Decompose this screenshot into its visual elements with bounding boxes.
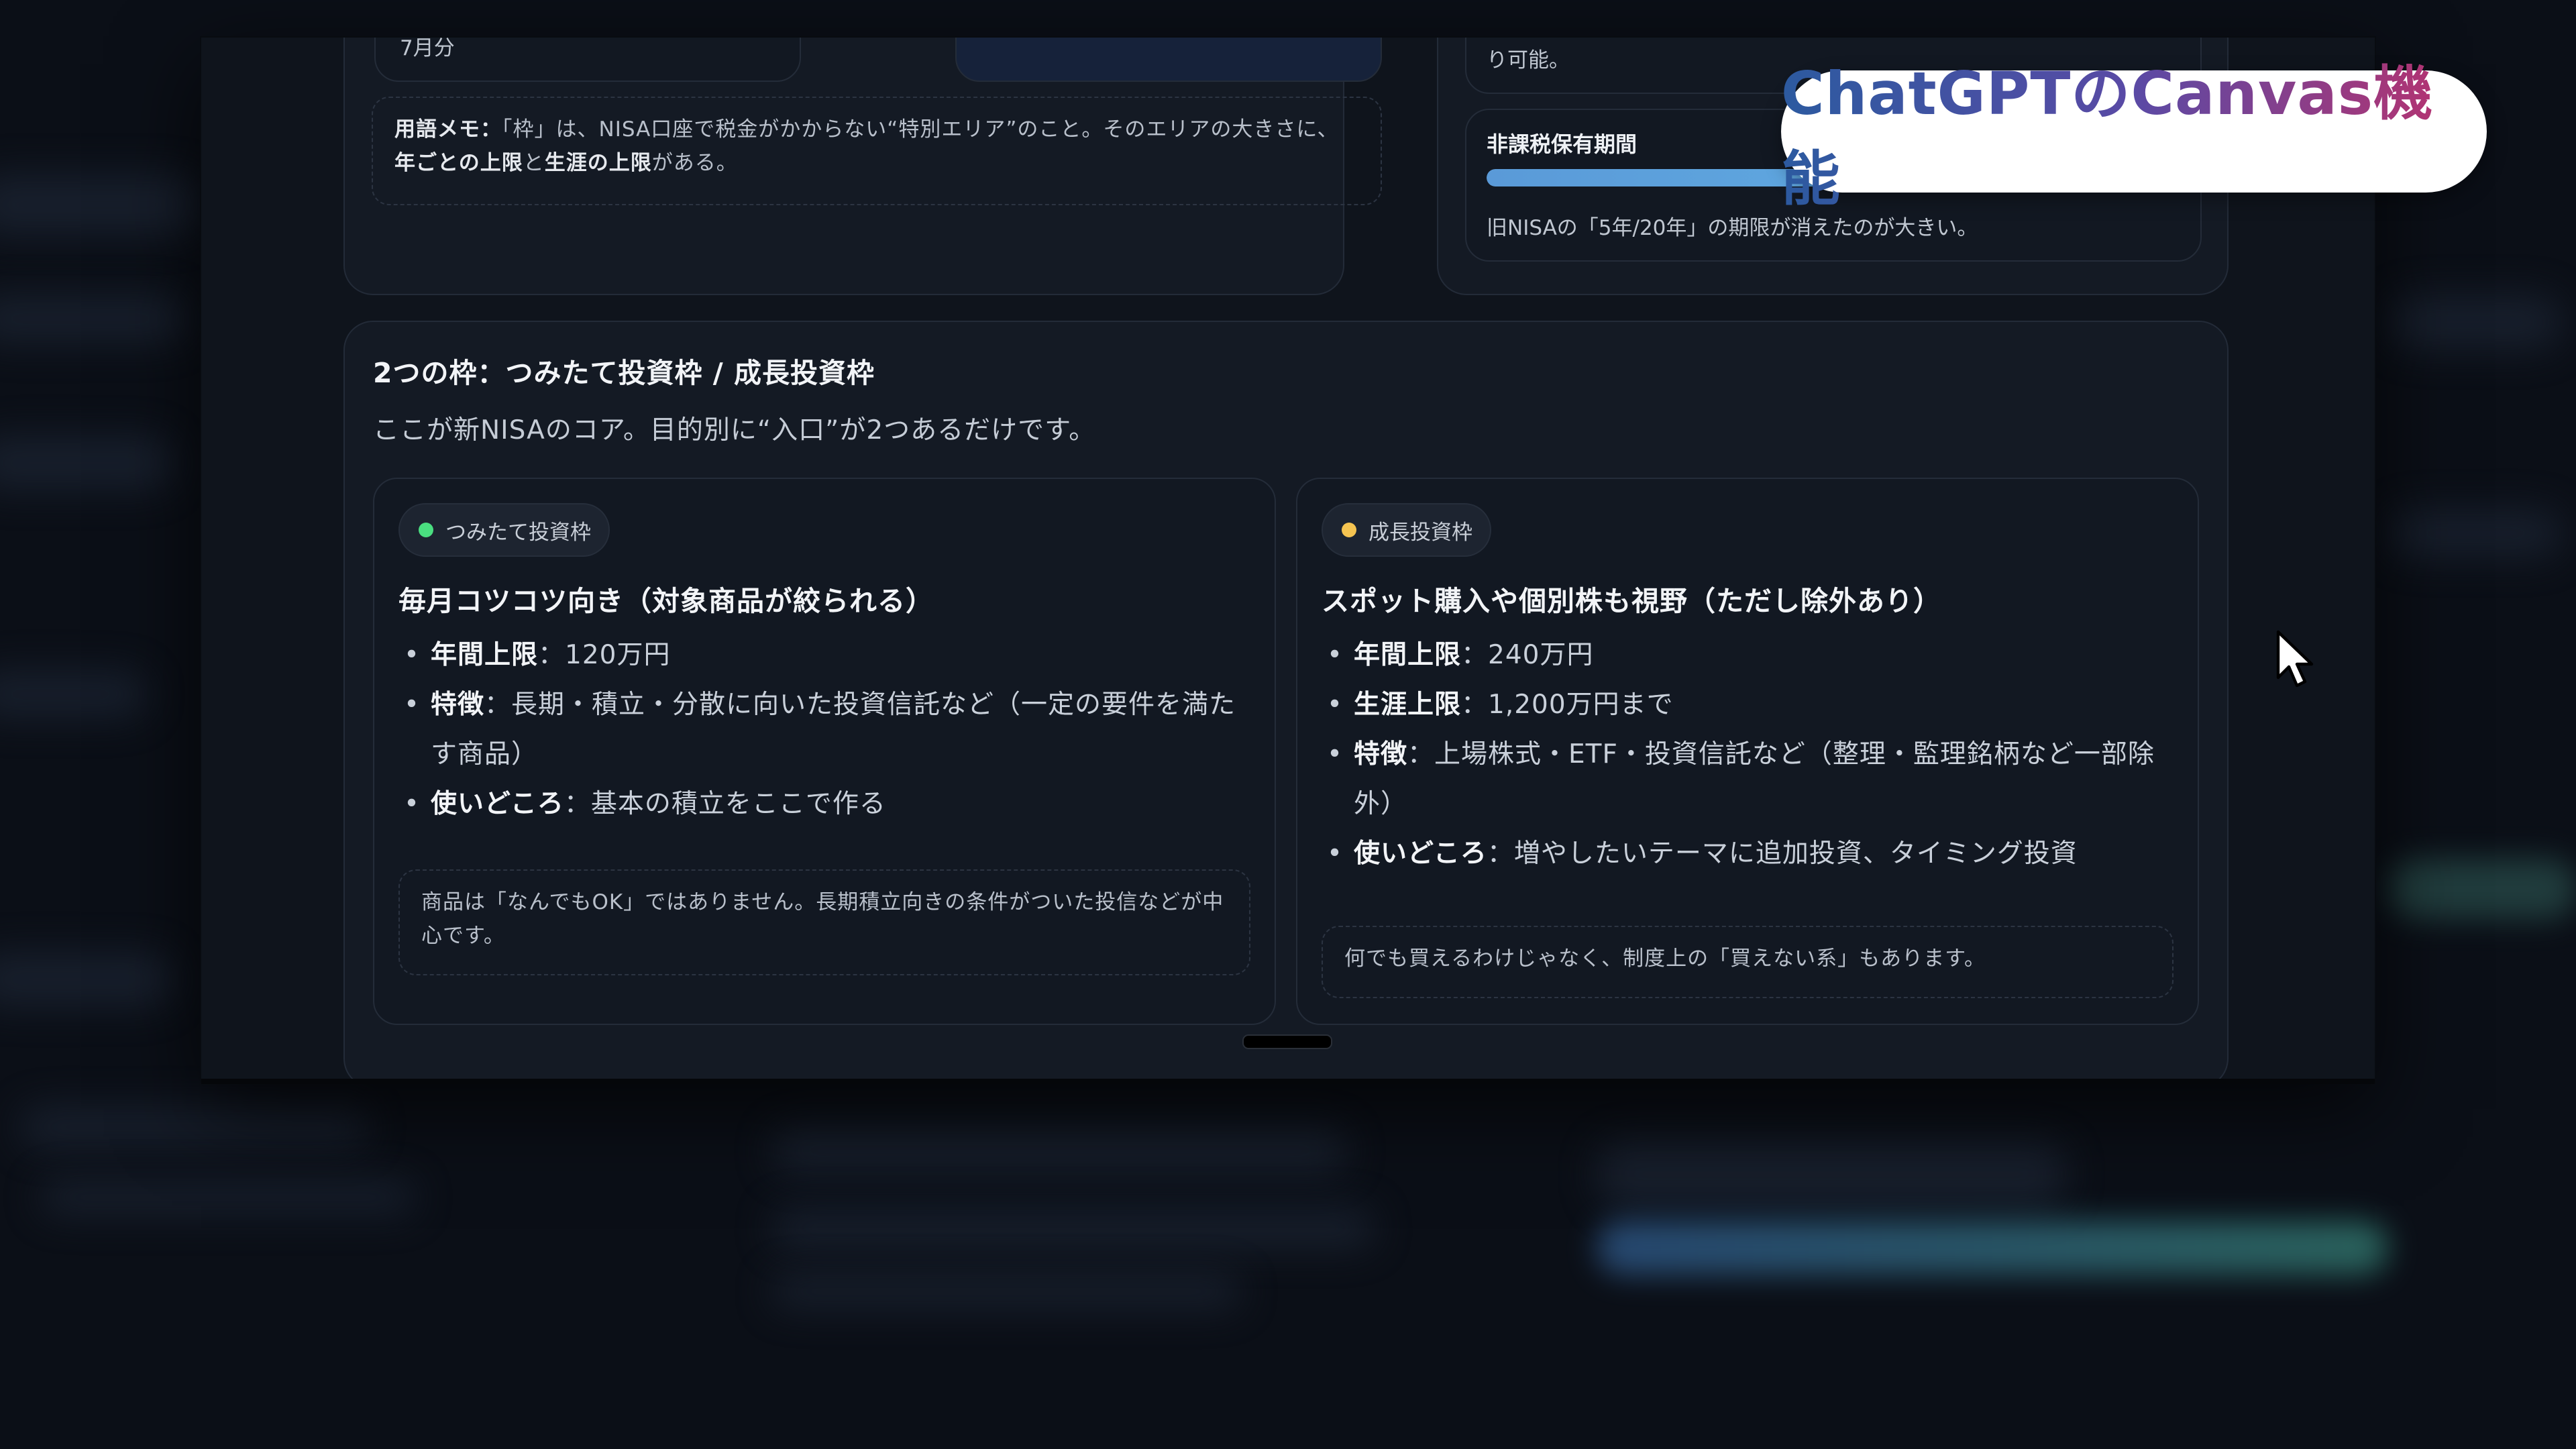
overlay-title-text: ChatGPTのCanvas機能 (1781, 46, 2487, 217)
item-sep: ： (1407, 739, 1435, 769)
seicho-tag: 成長投資枠 (1322, 503, 1491, 557)
yellow-dot-icon (1342, 523, 1356, 537)
memo-bold-a: 年ごとの上限 (394, 151, 523, 175)
top-left-sub-card-b (955, 38, 1382, 82)
item-label: 年間上限 (1354, 640, 1462, 670)
item-label: 使いどころ (1354, 839, 1487, 869)
green-dot-icon (419, 523, 433, 537)
memo-end: がある。 (651, 151, 738, 175)
seicho-heading: スポット購入や個別株も視野（ただし除外あり） (1322, 585, 1941, 617)
tsumitate-heading: 毎月コツコツ向き（対象商品が絞られる） (398, 585, 934, 617)
clipped-text: 7月分 (400, 38, 455, 60)
item-label: 特徴 (431, 690, 485, 720)
item-value: 1,200万円まで (1488, 690, 1674, 720)
item-sep: ： (1487, 839, 1514, 869)
tsumitate-card: つみたて投資枠 毎月コツコツ向き（対象商品が絞られる） 年間上限：120万円 特… (373, 478, 1276, 1025)
list-item: 特徴：長期・積立・分散に向いた投資信託など（一定の要件を満たす商品） (398, 680, 1250, 780)
list-item: 年間上限：240万円 (1322, 631, 2174, 680)
top-left-sub-card-a: 7月分 (374, 38, 801, 82)
item-value: 長期・積立・分散に向いた投資信託など（一定の要件を満たす商品） (431, 690, 1236, 769)
section-title: 2つの枠：つみたて投資枠 / 成長投資枠 (373, 357, 875, 389)
item-label: 特徴 (1354, 739, 1408, 769)
tsumitate-tag: つみたて投資枠 (398, 503, 610, 557)
video-overlay-title: ChatGPTのCanvas機能 (1781, 59, 2487, 213)
item-value: 上場株式・ETF・投資信託など（整理・監理銘柄など一部除外） (1354, 739, 2155, 819)
item-value: 基本の積立をここで作る (590, 789, 886, 819)
list-item: 生涯上限：1,200万円まで (1322, 680, 2174, 730)
list-item: 使いどころ：基本の積立をここで作る (398, 780, 1250, 829)
seicho-card: 成長投資枠 スポット購入や個別株も視野（ただし除外あり） 年間上限：240万円 … (1296, 478, 2199, 1025)
item-value: 120万円 (565, 640, 671, 670)
tsumitate-note: 商品は「なんでもOK」ではありません。長期積立向きの条件がついた投信などが中心で… (398, 869, 1250, 975)
item-label: 使いどころ (431, 789, 564, 819)
section-subtitle: ここが新NISAのコア。目的別に“入口”が2つあるだけです。 (373, 415, 1096, 445)
memo-and: と (523, 151, 545, 175)
item-value: 増やしたいテーマに追加投資、タイミング投資 (1513, 839, 2078, 869)
item-sep: ： (538, 640, 566, 670)
holding-period-label: 非課税保有期間 (1487, 131, 1638, 157)
item-sep: ： (484, 690, 512, 720)
list-item: 使いどころ：増やしたいテーマに追加投資、タイミング投資 (1322, 829, 2174, 879)
tsumitate-list: 年間上限：120万円 特徴：長期・積立・分散に向いた投資信託など（一定の要件を満… (398, 631, 1250, 829)
memo-bold-b: 生涯の上限 (544, 151, 652, 175)
terms-memo-note: 用語メモ：「枠」は、NISA口座で税金がかからない“特別エリア”のこと。そのエリ… (372, 97, 1382, 205)
top-left-card: 7月分 用語メモ：「枠」は、NISA口座で税金がかからない“特別エリア”のこと。… (343, 38, 1382, 295)
item-sep: ： (1461, 690, 1489, 720)
item-label: 年間上限 (431, 640, 539, 670)
item-value: 240万円 (1488, 640, 1594, 670)
list-item: 特徴：上場株式・ETF・投資信託など（整理・監理銘柄など一部除外） (1322, 730, 2174, 829)
tsumitate-tag-label: つみたて投資枠 (445, 520, 591, 545)
two-frames-section: 2つの枠：つみたて投資枠 / 成長投資枠 ここが新NISAのコア。目的別に“入口… (343, 321, 2229, 1081)
memo-label: 用語メモ： (394, 117, 502, 142)
screen-edge (201, 1079, 2375, 1084)
seicho-tag-label: 成長投資枠 (1368, 520, 1472, 545)
memo-text: 「枠」は、NISA口座で税金がかからない“特別エリア”のこと。そのエリアの大きさ… (502, 117, 1339, 142)
list-item: 年間上限：120万円 (398, 631, 1250, 680)
item-sep: ： (564, 789, 591, 819)
item-sep: ： (1461, 640, 1489, 670)
seicho-note: 何でも買えるわけじゃなく、制度上の「買えない系」もあります。 (1322, 926, 2174, 998)
drag-handle[interactable] (1242, 1034, 1332, 1049)
clipped-text-right: り可能。 (1487, 48, 1570, 72)
mouse-cursor-icon (2276, 630, 2314, 688)
item-label: 生涯上限 (1354, 690, 1462, 720)
seicho-list: 年間上限：240万円 生涯上限：1,200万円まで 特徴：上場株式・ETF・投資… (1322, 631, 2174, 879)
